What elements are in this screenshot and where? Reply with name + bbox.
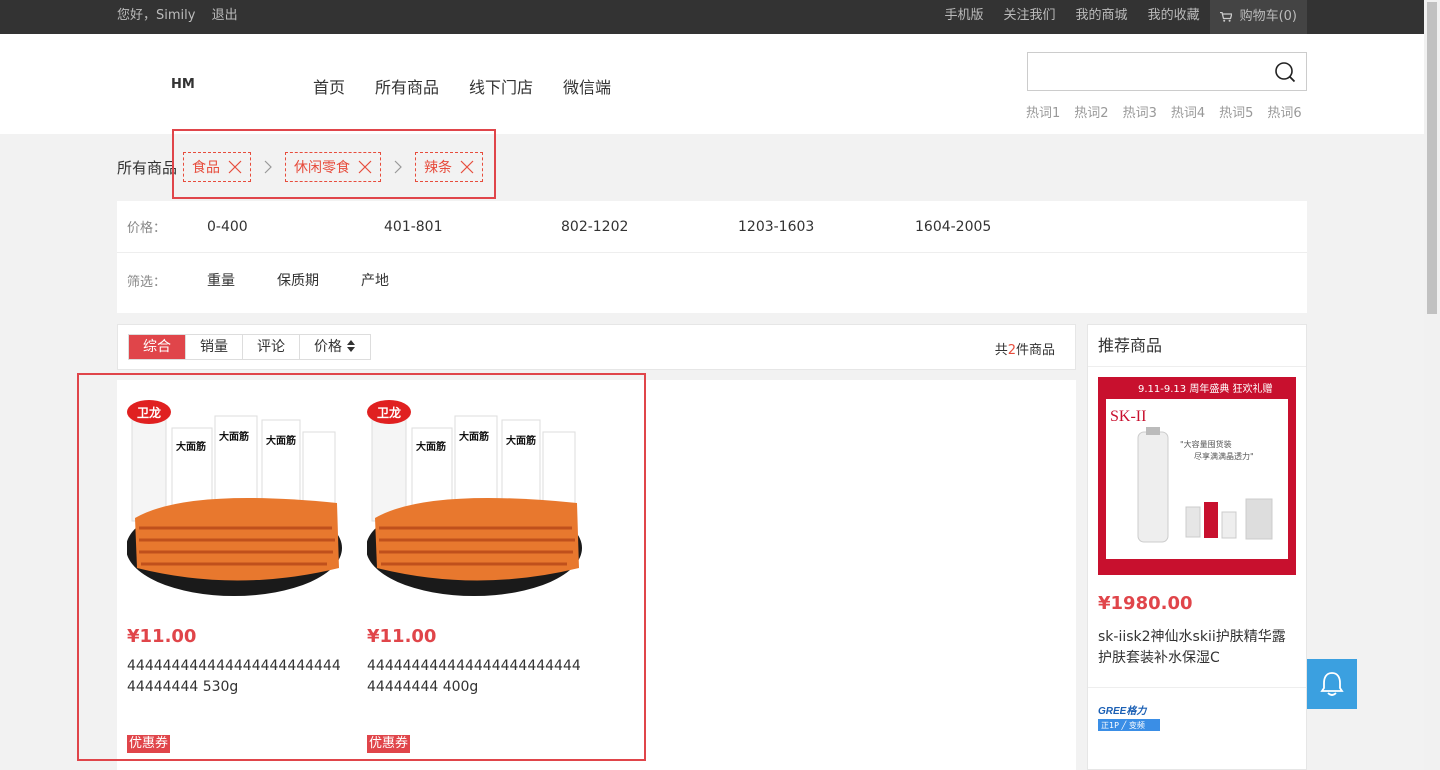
recommend-name[interactable]: sk-iisk2神仙水skii护肤精华露护肤套装补水保湿C (1098, 627, 1298, 669)
highlight-box (172, 129, 496, 199)
sort-arrows-icon (347, 340, 356, 352)
svg-text:"大容量囤货装: "大容量囤货装 (1180, 439, 1232, 449)
breadcrumb-root[interactable]: 所有商品 (117, 157, 177, 178)
svg-text:尽享满满晶透力": 尽享满满晶透力" (1194, 451, 1254, 461)
user-info: 您好，Simily 退出 (117, 0, 250, 34)
sort-bar: 综合 销量 评论 价格 共2件商品 (117, 324, 1076, 370)
result-count: 共2件商品 (994, 343, 1055, 358)
price-range[interactable]: 1203-1603 (738, 219, 915, 235)
nav-home[interactable]: 首页 (313, 74, 345, 98)
cart-label: 购物车(0) (1239, 9, 1297, 24)
main-nav: 首页 所有商品 线下门店 微信端 (313, 74, 641, 98)
price-range[interactable]: 401-801 (384, 219, 561, 235)
select-filter-row: 筛选： 重量 保质期 产地 (117, 254, 1307, 306)
hotword[interactable]: 热词4 (1171, 102, 1205, 121)
search-icon[interactable] (1274, 61, 1296, 83)
scrollbar-thumb[interactable] (1427, 2, 1437, 314)
sort-price[interactable]: 价格 (300, 335, 370, 359)
cart-icon (1219, 12, 1232, 22)
price-label: 价格： (127, 221, 167, 236)
sort-options: 综合 销量 评论 价格 (128, 334, 372, 360)
hotword[interactable]: 热词2 (1074, 102, 1108, 121)
vertical-scrollbar[interactable] (1424, 0, 1440, 770)
sort-comments[interactable]: 评论 (243, 335, 300, 359)
nav-offline-stores[interactable]: 线下门店 (469, 74, 533, 98)
cart-button[interactable]: 购物车(0) (1209, 0, 1307, 34)
my-shop-link[interactable]: 我的商城 (1066, 0, 1138, 34)
nav-wechat[interactable]: 微信端 (563, 74, 611, 98)
header: HM 首页 所有商品 线下门店 微信端 热词1 热词2 热词3 热词4 热词5 … (0, 34, 1424, 134)
greeting: 您好，Simily (117, 8, 196, 23)
filter-shelf-life[interactable]: 保质期 (277, 270, 319, 290)
top-links: 手机版 关注我们 我的商城 我的收藏 购物车(0) (935, 0, 1307, 34)
divider (1088, 687, 1306, 688)
logout-link[interactable]: 退出 (212, 8, 238, 23)
chat-bell-icon (1320, 672, 1344, 696)
svg-text:9.11-9.13 周年盛典 狂欢礼赠: 9.11-9.13 周年盛典 狂欢礼赠 (1138, 382, 1273, 395)
filter-weight[interactable]: 重量 (207, 270, 235, 290)
recommend-panel: 推荐商品 9.11-9.13 周年盛典 狂欢礼赠 SK-II "大容量囤货装 尽… (1087, 324, 1307, 770)
filter-origin[interactable]: 产地 (361, 270, 389, 290)
hotword[interactable]: 热词6 (1267, 102, 1301, 121)
price-range[interactable]: 1604-2005 (915, 219, 1092, 235)
highlight-box (77, 373, 646, 761)
select-label: 筛选： (127, 274, 167, 290)
svg-text:正1P ╱ 变频: 正1P ╱ 变频 (1101, 720, 1145, 730)
search-input[interactable] (1028, 53, 1258, 90)
sort-default[interactable]: 综合 (129, 335, 186, 359)
recommend-image[interactable]: GREE格力 正1P ╱ 变频 (1098, 703, 1160, 733)
recommend-title: 推荐商品 (1088, 325, 1306, 367)
svg-text:GREE格力: GREE格力 (1098, 705, 1147, 717)
sort-sales[interactable]: 销量 (186, 335, 243, 359)
hotword[interactable]: 热词5 (1219, 102, 1253, 121)
search-box (1027, 52, 1307, 91)
follow-link[interactable]: 关注我们 (994, 0, 1066, 34)
svg-text:SK-II: SK-II (1110, 408, 1146, 425)
logo[interactable]: HM (171, 77, 195, 92)
customer-service-button[interactable] (1307, 659, 1357, 709)
sort-price-label: 价格 (314, 339, 342, 355)
hotwords: 热词1 热词2 热词3 热词4 热词5 热词6 (1026, 102, 1316, 121)
price-range[interactable]: 0-400 (207, 219, 384, 235)
recommend-price: ¥1980.00 (1098, 593, 1193, 614)
price-filter-row: 价格： 0-400 401-801 802-1202 1203-1603 160… (117, 201, 1307, 253)
favorites-link[interactable]: 我的收藏 (1138, 0, 1210, 34)
hotword[interactable]: 热词1 (1026, 102, 1060, 121)
price-range[interactable]: 802-1202 (561, 219, 738, 235)
filter-panel: 价格： 0-400 401-801 802-1202 1203-1603 160… (117, 201, 1307, 313)
mobile-link[interactable]: 手机版 (935, 0, 994, 34)
recommend-image[interactable]: 9.11-9.13 周年盛典 狂欢礼赠 SK-II "大容量囤货装 尽享满满晶透… (1098, 377, 1296, 575)
top-bar: 您好，Simily 退出 手机版 关注我们 我的商城 我的收藏 购物车(0) (0, 0, 1424, 34)
hotword[interactable]: 热词3 (1123, 102, 1157, 121)
nav-all-products[interactable]: 所有商品 (375, 74, 439, 98)
